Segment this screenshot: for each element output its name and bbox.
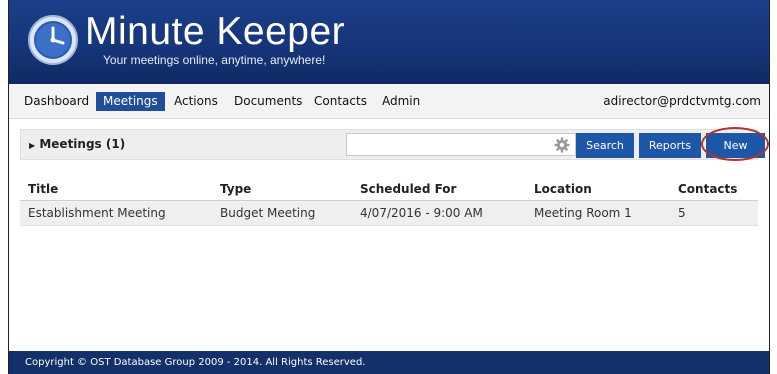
app-window: Minute Keeper Your meetings online, anyt… (8, 0, 770, 374)
column-contacts[interactable]: Contacts (678, 182, 737, 196)
cell-type: Budget Meeting (220, 206, 316, 220)
search-input[interactable] (346, 133, 576, 156)
cell-title: Establishment Meeting (28, 206, 166, 220)
triangle-right-icon: ▶ (29, 141, 36, 150)
app-title: Minute Keeper (85, 10, 346, 53)
new-button[interactable]: New (706, 133, 765, 158)
reports-button[interactable]: Reports (639, 133, 701, 158)
gear-icon[interactable] (554, 137, 570, 153)
nav-item-admin[interactable]: Admin (378, 92, 424, 111)
search-button[interactable]: Search (576, 133, 634, 158)
app-header: Minute Keeper Your meetings online, anyt… (9, 0, 769, 84)
app-tagline: Your meetings online, anytime, anywhere! (103, 53, 326, 67)
cell-location: Meeting Room 1 (534, 206, 632, 220)
nav-item-contacts[interactable]: Contacts (310, 92, 371, 111)
nav-item-dashboard[interactable]: Dashboard (20, 92, 93, 111)
nav-item-actions[interactable]: Actions (170, 92, 222, 111)
table-row[interactable]: Establishment Meeting Budget Meeting 4/0… (20, 201, 758, 226)
nav-item-meetings[interactable]: Meetings (96, 92, 165, 111)
column-location[interactable]: Location (534, 182, 592, 196)
nav-item-documents[interactable]: Documents (230, 92, 306, 111)
meetings-table: Title Type Scheduled For Location Contac… (20, 177, 758, 226)
column-type[interactable]: Type (220, 182, 251, 196)
panel-title: Meetings (1) (39, 137, 126, 151)
column-scheduled-for[interactable]: Scheduled For (360, 182, 456, 196)
app-footer: Copyright © OST Database Group 2009 - 20… (9, 351, 769, 374)
cell-contacts: 5 (678, 206, 686, 220)
panel-toggle[interactable]: ▶ Meetings (1) (29, 137, 125, 151)
clock-icon (28, 15, 78, 65)
table-header: Title Type Scheduled For Location Contac… (20, 177, 758, 201)
cell-scheduled-for: 4/07/2016 - 9:00 AM (360, 206, 483, 220)
meetings-panel-bar: ▶ Meetings (1) Search Reports New (20, 127, 769, 161)
copyright-text: Copyright © OST Database Group 2009 - 20… (25, 357, 366, 368)
column-title[interactable]: Title (28, 182, 58, 196)
main-nav: Dashboard Meetings Actions Documents Con… (9, 84, 769, 119)
user-email[interactable]: adirector@prdctvmtg.com (603, 92, 761, 111)
